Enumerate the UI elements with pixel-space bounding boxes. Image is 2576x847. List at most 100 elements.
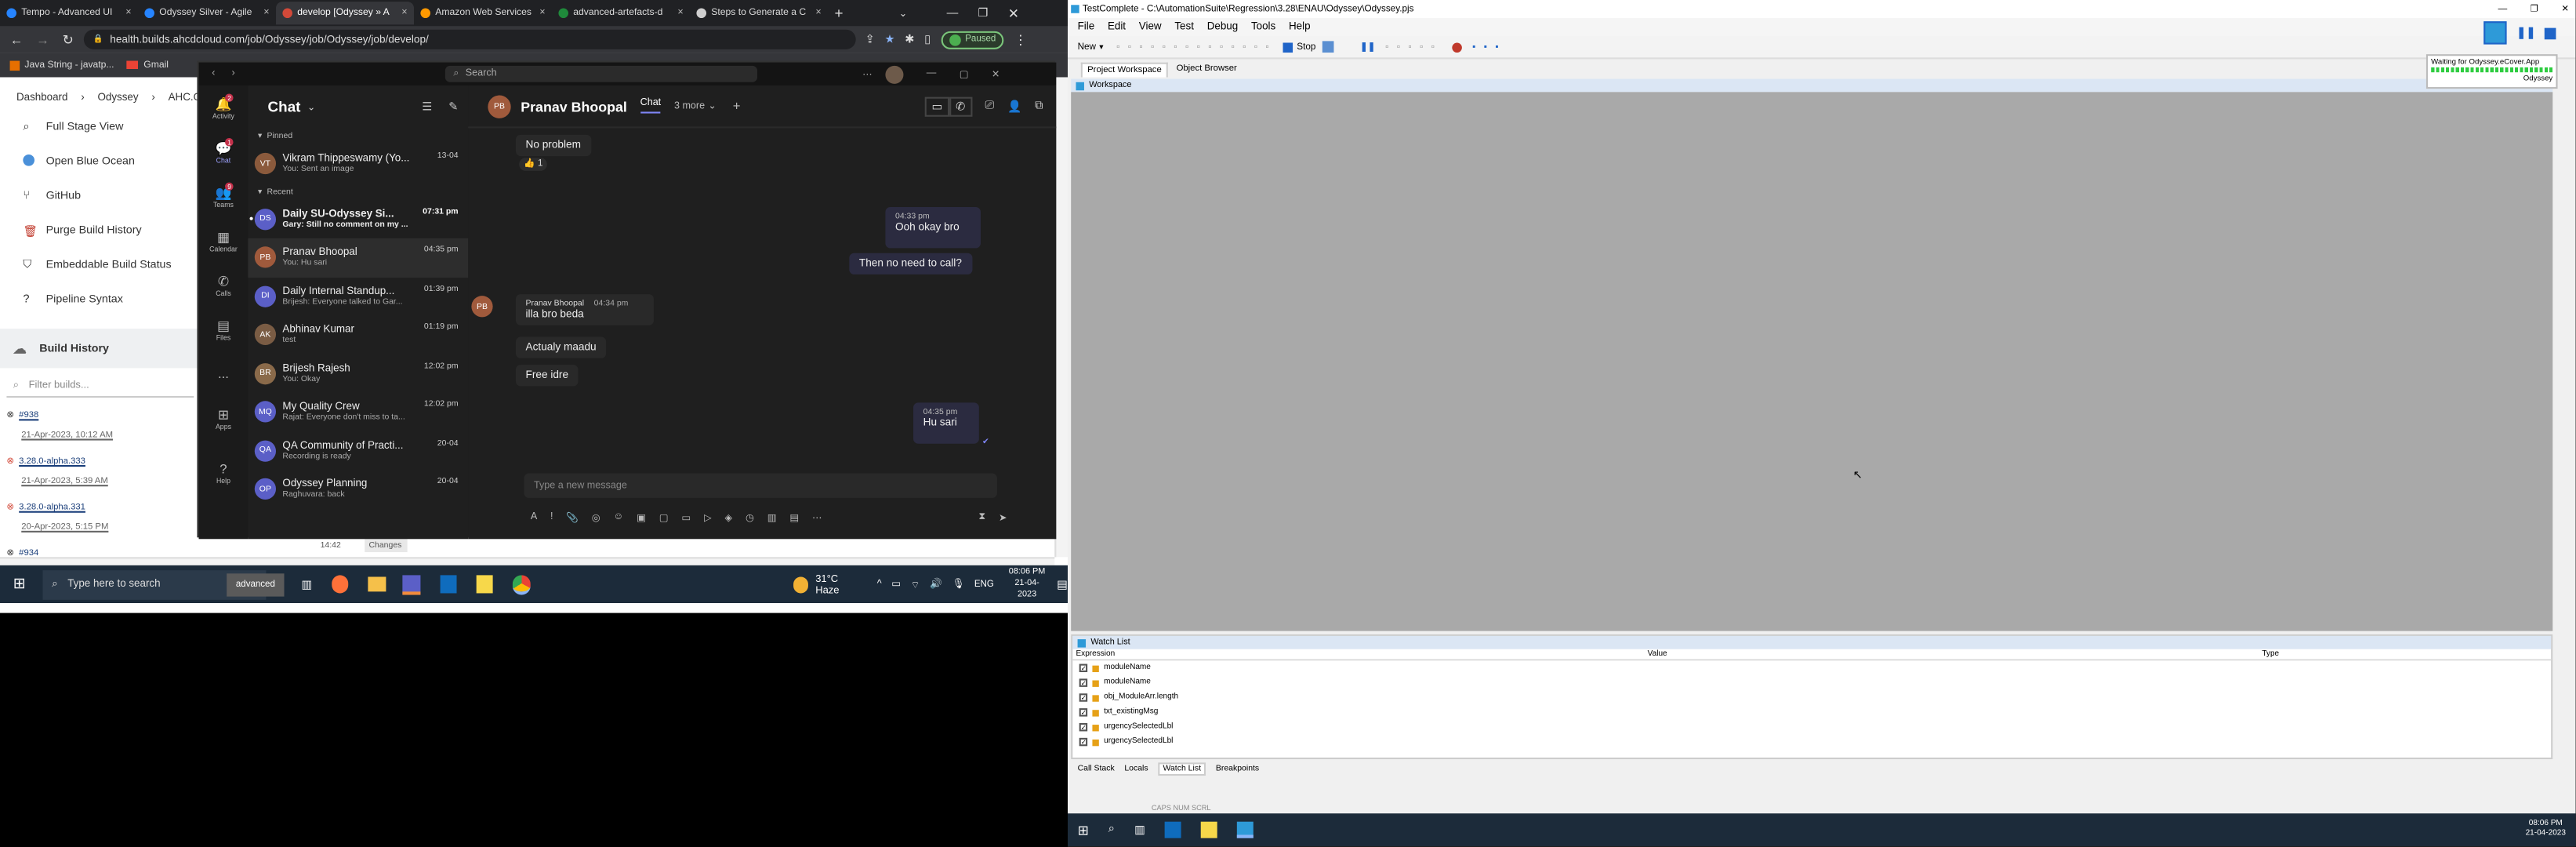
windows-start-icon[interactable]: ⊞ (1078, 823, 1089, 838)
clock[interactable]: 08:06 PM 21-04-2023 (2526, 820, 2566, 840)
build-row[interactable]: ⊗ #938 21-Apr-2023, 10:12 AM (6, 411, 194, 457)
close-icon[interactable]: × (815, 8, 821, 18)
tab-more[interactable]: 3 more (674, 101, 705, 111)
chat-item[interactable]: BR Brijesh Rajesh You: Okay 12:02 pm (248, 354, 468, 393)
close-icon[interactable]: × (539, 8, 545, 18)
menu-github[interactable]: ⑂ GitHub (23, 179, 203, 213)
menu-pipeline-syntax[interactable]: ? Pipeline Syntax (23, 282, 203, 317)
recent-header[interactable]: ▾ Recent (248, 184, 468, 200)
minimize-icon[interactable]: — (947, 7, 959, 19)
new-chat-icon[interactable]: ✎ (448, 100, 458, 114)
toolbar-icons-group[interactable]: ▪▪▪ (1472, 42, 1507, 52)
recording-icon[interactable] (2483, 21, 2507, 45)
tab-locals[interactable]: Locals (1124, 763, 1148, 773)
emoji-icon[interactable]: ☺ (613, 513, 623, 523)
outlook-icon[interactable] (440, 575, 457, 594)
browser-tab[interactable]: Steps to Generate a C × (690, 2, 828, 24)
extensions-icon[interactable]: ✱ (905, 33, 914, 46)
rail-teams[interactable]: 👥 9 Teams (199, 174, 249, 219)
close-window-icon[interactable]: ✕ (1008, 5, 1019, 20)
stop-button[interactable]: Stop (1297, 42, 1315, 52)
file-explorer-icon[interactable] (368, 576, 386, 592)
send-icon[interactable]: ➤ (999, 512, 1007, 524)
firefox-icon[interactable] (332, 575, 349, 594)
screen-share-icon[interactable]: ⎚ (985, 100, 995, 113)
pause-icon[interactable]: ❚❚ (1360, 42, 1376, 52)
chat-item-selected[interactable]: PB Pranav Bhoopal You: Hu sari 04:35 pm (248, 238, 469, 278)
minimize-icon[interactable]: — (2498, 4, 2507, 14)
breadcrumb-item[interactable]: Dashboard (16, 92, 68, 104)
chevron-down-icon[interactable]: ▾ (1099, 42, 1103, 52)
back-icon[interactable]: ← (10, 32, 24, 47)
chevron-down-icon[interactable]: ⌄ (307, 101, 316, 113)
attach-icon[interactable]: 📎 (566, 512, 579, 524)
chat-item[interactable]: MQ My Quality Crew Rajat: Everyone don't m… (248, 393, 468, 431)
breadcrumb-item[interactable]: Odyssey (97, 92, 138, 104)
url-bar[interactable]: 🔒 health.builds.ahcdcloud.com/job/Odysse… (83, 29, 856, 49)
share-icon[interactable]: ⇪ (865, 33, 875, 46)
search-icon[interactable]: ⌕ (1108, 823, 1115, 837)
menu-purge-build-history[interactable]: 🗑 Purge Build History (23, 213, 203, 248)
tab-watch-list[interactable]: Watch List (1158, 762, 1206, 775)
close-icon[interactable]: × (401, 8, 407, 18)
chat-title[interactable]: Chat (268, 99, 301, 115)
menu-view[interactable]: View (1139, 21, 1162, 33)
column-type[interactable]: Type (2262, 650, 2279, 658)
filter-icon[interactable]: ☰ (422, 100, 432, 114)
checkbox[interactable]: ✓ (1079, 722, 1088, 732)
testcomplete-taskbar-icon[interactable] (1237, 821, 1254, 838)
compose-box[interactable]: Type a new message (524, 473, 997, 498)
meet-icon[interactable]: ▭ (681, 512, 691, 524)
close-icon[interactable]: × (677, 8, 683, 18)
checkbox[interactable]: ✓ (1079, 737, 1088, 747)
more-icon[interactable]: ⋯ (812, 512, 822, 524)
browser-tab[interactable]: Odyssey Silver - Agile × (138, 2, 276, 24)
tab-chat[interactable]: Chat (640, 99, 662, 114)
record-icon[interactable] (1452, 42, 1463, 53)
close-icon[interactable]: × (263, 8, 269, 18)
sticker-icon[interactable]: ▢ (659, 512, 669, 524)
weather-text[interactable]: 31°C Haze (815, 573, 861, 595)
watch-row[interactable]: ✓ moduleName (1072, 660, 2551, 675)
search-input[interactable]: ⌕ Search (444, 65, 757, 82)
chrome-icon[interactable] (513, 574, 532, 594)
tab-breakpoints[interactable]: Breakpoints (1216, 763, 1259, 773)
back-icon[interactable]: ‹ (212, 69, 215, 79)
message-bubble-own[interactable]: Then no need to call? (849, 253, 972, 274)
clock[interactable]: 08:06 PM 21-04-2023 (1007, 567, 1047, 602)
build-date[interactable]: 20-Apr-2023, 5:15 PM (21, 522, 194, 533)
chat-item[interactable]: OP Odyssey Planning Raghuvara: back 20-04 (248, 470, 468, 508)
praise-icon[interactable]: ◈ (724, 512, 732, 524)
build-name[interactable]: #938 (19, 411, 38, 421)
restore-icon[interactable]: ❐ (978, 6, 988, 20)
rail-more[interactable]: ... (199, 351, 249, 396)
column-value[interactable]: Value (1648, 650, 2262, 658)
menu-help[interactable]: Help (1289, 21, 1311, 33)
schedule-send-icon[interactable]: ⧗ (978, 512, 985, 524)
notification-icon[interactable]: ▤ (1057, 578, 1068, 591)
toolbar-icons-group[interactable]: ▫▫▫▫▫ (1385, 42, 1442, 52)
kebab-menu-icon[interactable]: ⋮ (1014, 32, 1027, 47)
new-button[interactable]: New (1078, 42, 1096, 52)
bookmark-gmail[interactable]: Gmail (127, 60, 169, 70)
message-bubble[interactable]: Actualy maadu (515, 336, 607, 358)
send-video-icon[interactable]: ▷ (704, 512, 712, 524)
outlook-icon[interactable] (1165, 821, 1182, 838)
chat-item[interactable]: AK Abhinav Kumar test 01:19 pm (248, 315, 468, 354)
search-chip[interactable]: advanced (226, 573, 285, 596)
teams-taskbar-icon[interactable] (402, 574, 421, 594)
popout-icon[interactable]: ⧉ (1035, 100, 1043, 113)
build-name[interactable]: 3.28.0-alpha.333 (19, 457, 85, 467)
rail-chat[interactable]: 💬 1 Chat (199, 130, 249, 175)
reload-icon[interactable]: ↻ (63, 32, 74, 47)
task-view-icon[interactable]: ▥ (301, 578, 312, 591)
important-icon[interactable]: ! (550, 513, 553, 523)
profile-paused-chip[interactable]: Paused (940, 30, 1004, 49)
menu-tools[interactable]: Tools (1251, 21, 1275, 33)
build-row[interactable]: ⊗ 3.28.0-alpha.333 21-Apr-2023, 5:39 AM (6, 457, 194, 503)
vertical-scrollbar[interactable] (1054, 77, 1068, 558)
bookmark-java[interactable]: Java String - javatp... (9, 60, 114, 71)
menu-edit[interactable]: Edit (1108, 21, 1126, 33)
horizontal-scrollbar[interactable] (0, 557, 1055, 565)
restore-icon[interactable]: ▢ (960, 68, 969, 80)
